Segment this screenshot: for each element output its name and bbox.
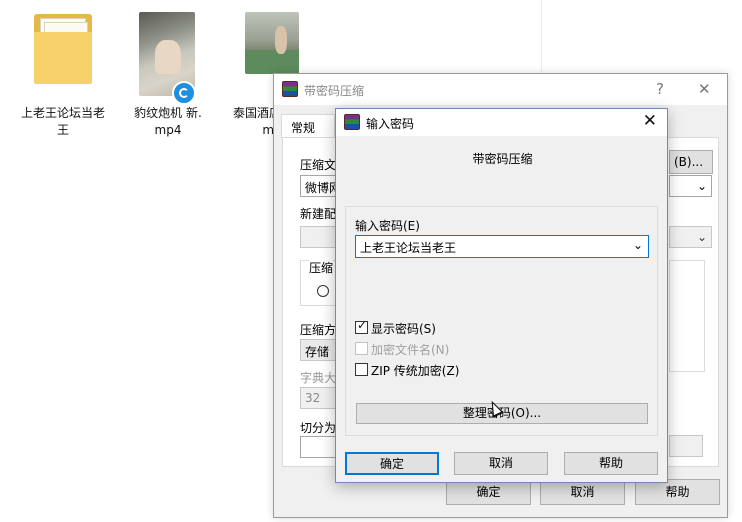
format-group: 压缩	[300, 259, 336, 306]
format-group-label: 压缩	[309, 259, 334, 276]
dialog-heading: 带密码压缩	[472, 152, 533, 166]
chevron-down-icon: ⌄	[632, 238, 643, 252]
video-file-icon	[245, 12, 299, 74]
options-group	[669, 260, 705, 372]
folder-icon	[28, 12, 98, 87]
profile-dropdown-left[interactable]	[300, 226, 336, 248]
parameters-field	[669, 435, 703, 457]
desktop-item-video[interactable]: 豹纹炮机 新. mp4	[126, 12, 210, 137]
close-icon[interactable]: ✕	[643, 111, 657, 131]
split-label: 切分为	[300, 421, 337, 435]
dialog-ok-button[interactable]: 确定	[345, 452, 439, 475]
zip-legacy-label: ZIP 传统加密(Z)	[371, 364, 460, 378]
desktop-item-label: 上老王论坛当老	[20, 106, 105, 120]
method-label: 压缩方	[300, 323, 337, 337]
desktop-item-folder[interactable]: 上老王论坛当老 王	[18, 12, 108, 137]
dict-dropdown: 32	[300, 387, 336, 409]
password-dialog: 输入密码 ✕ 带密码压缩 输入密码(E) 上老王论坛当老王 ⌄ ✓ 显示密码(S…	[335, 108, 668, 483]
checkbox-box	[355, 342, 368, 355]
show-password-label: 显示密码(S)	[371, 322, 436, 336]
encrypt-filenames-checkbox: 加密文件名(N)	[355, 341, 475, 357]
archive-name-dropdown[interactable]: ⌄	[669, 175, 712, 197]
window-title: 带密码压缩	[304, 84, 365, 98]
chevron-down-icon: ⌄	[696, 230, 707, 244]
close-icon[interactable]: ✕	[698, 80, 711, 98]
format-radio[interactable]	[317, 285, 329, 297]
zip-legacy-checkbox[interactable]: ZIP 传统加密(Z)	[355, 362, 485, 378]
show-password-checkbox[interactable]: ✓ 显示密码(S)	[355, 318, 475, 336]
password-dialog-titlebar[interactable]: 输入密码 ✕	[336, 109, 667, 136]
winrar-icon	[344, 114, 360, 130]
archive-window-titlebar[interactable]: 带密码压缩 ? ✕	[274, 74, 727, 105]
method-dropdown[interactable]: 存储	[300, 339, 336, 361]
browse-button[interactable]: (B)...	[669, 150, 713, 174]
help-icon[interactable]: ?	[656, 80, 664, 98]
dialog-cancel-button[interactable]: 取消	[454, 452, 548, 475]
checkbox-box	[355, 363, 368, 376]
desktop-item-label: mp4	[154, 123, 182, 137]
player-badge-icon	[172, 81, 196, 105]
password-combobox[interactable]: 上老王论坛当老王 ⌄	[355, 235, 649, 258]
checkbox-box: ✓	[355, 318, 368, 334]
password-panel: 输入密码(E) 上老王论坛当老王 ⌄ ✓ 显示密码(S) 加密文件名(N) ZI…	[345, 206, 658, 436]
dict-label: 字典大	[300, 371, 337, 385]
profile-dropdown[interactable]: ⌄	[669, 226, 712, 248]
desktop-item-label: 王	[56, 123, 69, 137]
dialog-help-button[interactable]: 帮助	[564, 452, 658, 475]
chevron-down-icon: ⌄	[696, 179, 707, 193]
encrypt-filenames-label: 加密文件名(N)	[371, 343, 450, 357]
profile-label: 新建配	[300, 207, 337, 221]
checkmark-icon: ✓	[357, 318, 368, 332]
dialog-title: 输入密码	[366, 117, 415, 131]
archive-name-label: 压缩文	[300, 158, 337, 172]
password-value: 上老王论坛当老王	[360, 241, 457, 255]
tab-general[interactable]: 常规	[281, 114, 335, 138]
split-field[interactable]	[300, 436, 336, 458]
password-label: 输入密码(E)	[355, 219, 420, 233]
desktop-item-label: 豹纹炮机 新.	[134, 106, 202, 120]
winrar-icon	[282, 81, 298, 97]
